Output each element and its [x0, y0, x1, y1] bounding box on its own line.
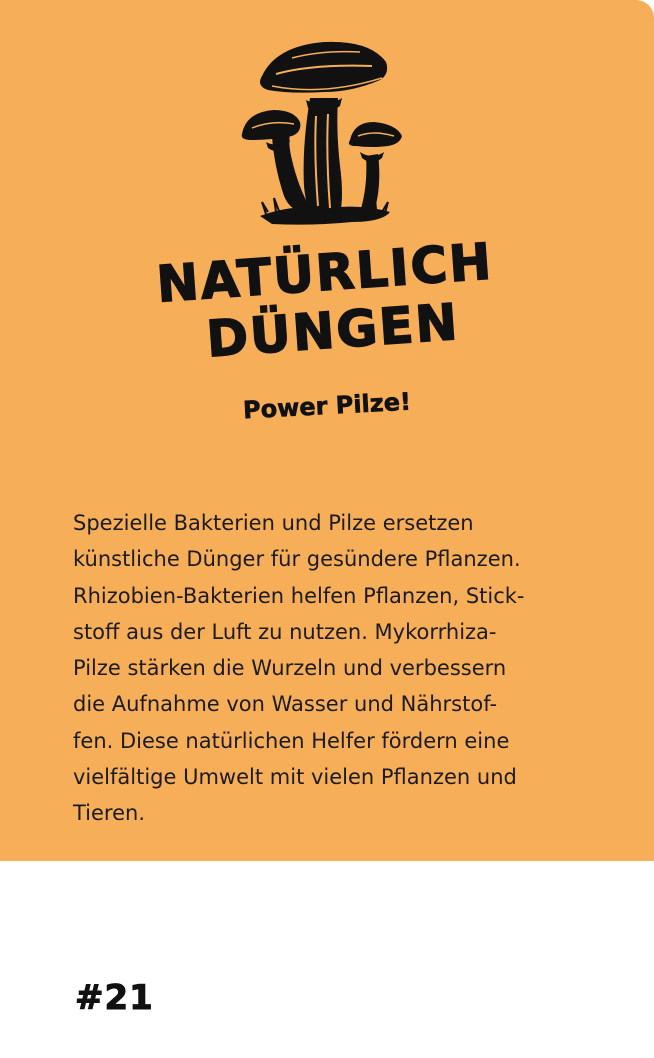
card-number: #21: [75, 978, 154, 1019]
card-top-panel: NATÜRLICH DÜNGEN Power Pilze! Spezielle …: [0, 0, 654, 861]
info-card: NATÜRLICH DÜNGEN Power Pilze! Spezielle …: [0, 0, 654, 1058]
card-body-text: Spezielle Bakterien und Pilze ersetzen k…: [73, 511, 525, 826]
card-subtitle: Power Pilze!: [242, 387, 412, 425]
card-title: NATÜRLICH DÜNGEN: [0, 221, 654, 382]
mushrooms-icon: [241, 41, 402, 225]
